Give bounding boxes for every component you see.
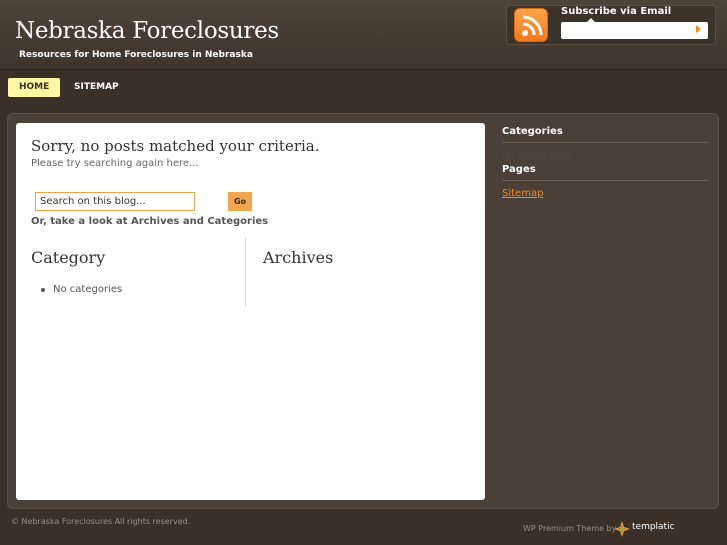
sidebar-categories-empty: No categories — [502, 150, 572, 161]
sidebar-categories-heading: Categories — [502, 126, 563, 137]
search-input[interactable] — [35, 192, 195, 211]
nav-item-home[interactable]: HOME — [8, 78, 61, 97]
column-divider — [245, 238, 246, 306]
subscribe-email-input[interactable] — [561, 22, 708, 39]
category-list-item: No categories — [53, 284, 123, 295]
rss-icon[interactable] — [514, 8, 548, 42]
sidebar-divider — [502, 180, 708, 181]
footer-theme-credit: WP Premium Theme by — [523, 524, 617, 533]
archives-hint-text: Or, take a look at Archives and Categori… — [31, 216, 269, 227]
subscribe-submit-icon[interactable] — [696, 25, 701, 33]
subscribe-box: Subscribe via Email — [506, 5, 716, 45]
sidebar-link-sitemap[interactable]: Sitemap — [502, 188, 543, 199]
archives-heading: Archives — [263, 248, 334, 267]
subscribe-label: Subscribe via Email — [561, 6, 672, 17]
templatic-logo-icon[interactable] — [614, 521, 630, 541]
sidebar-divider — [502, 142, 708, 143]
search-go-button[interactable]: Go — [228, 192, 252, 211]
no-posts-heading: Sorry, no posts matched your criteria. — [31, 137, 320, 155]
site-title[interactable]: Nebraska Foreclosures — [15, 18, 279, 44]
sidebar-pages-heading: Pages — [502, 164, 536, 175]
footer-copyright: © Nebraska Foreclosures All rights reser… — [11, 517, 191, 526]
site-description: Resources for Home Foreclosures in Nebra… — [19, 50, 253, 60]
category-heading: Category — [31, 248, 106, 267]
search-again-text: Please try searching again here... — [31, 158, 199, 169]
bullet-icon — [41, 288, 45, 292]
main-content: Sorry, no posts matched your criteria. P… — [16, 123, 485, 500]
nav-item-sitemap[interactable]: SITEMAP — [63, 78, 130, 97]
site-header: Nebraska Foreclosures Resources for Home… — [0, 0, 727, 70]
main-nav: HOME SITEMAP — [0, 71, 727, 111]
templatic-brand-text[interactable]: templatic — [632, 522, 675, 532]
